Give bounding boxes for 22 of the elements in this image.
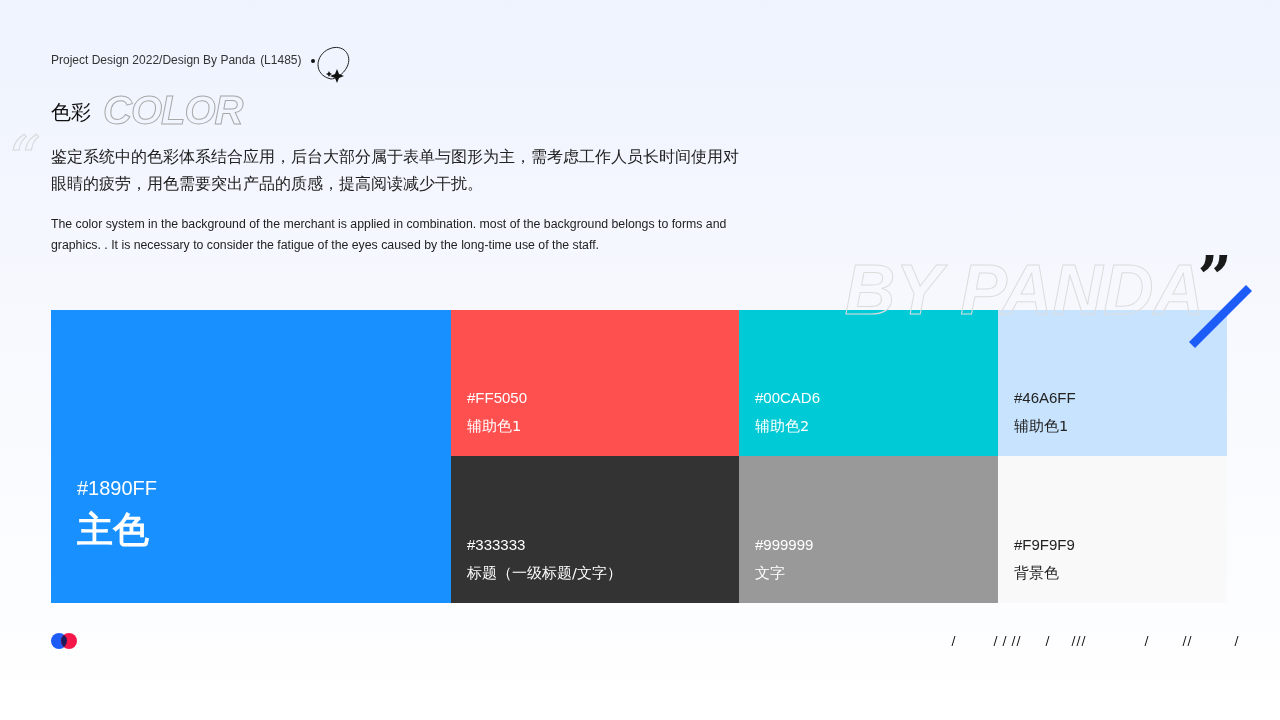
hex-code: #00CAD6 [755,389,822,406]
ghost-heading: COLOR [103,88,243,132]
hex-code: #FF5050 [467,389,529,406]
quote-mark: “ [8,128,41,192]
hex-code: #999999 [755,536,815,553]
swatch-label: 文字 [755,564,786,583]
project-credit: Project Design 2022/Design By Panda [51,53,256,67]
intro-chinese: 鉴定系统中的色彩体系结合应用，后台大部分属于表单与图形为主，需考虑工作人员长时间使用对眼睛的疲劳，用色需要突出产品的质感，提高阅读减少干扰。 [51,147,740,195]
hex-code: #1890FF [77,477,159,500]
swatch-label: 辅助色1 [1014,417,1070,436]
swatch-label: 辅助色1 [467,417,523,436]
hex-code: #F9F9F9 [1014,536,1076,553]
swatch-label: 辅助色2 [755,417,811,436]
intro-english: The color system in the background of the merchant is applied in combination. most of the background belongs to forms and graphics. . It is necessary to consider the fatigue of the eyes caused by the long-time use of the staff. [51,216,728,254]
swatch-label: 主色 [77,508,150,552]
hex-code: #46A6FF [1014,389,1077,406]
swatch-label: 背景色 [1014,564,1060,583]
hex-code: #333333 [467,536,527,553]
section-title: 色彩 [51,98,91,126]
swatch-label: 标题（一级标题/文字） [467,564,623,583]
project-code: (L1485) [260,53,302,67]
overlapping-circles-icon [51,633,77,649]
